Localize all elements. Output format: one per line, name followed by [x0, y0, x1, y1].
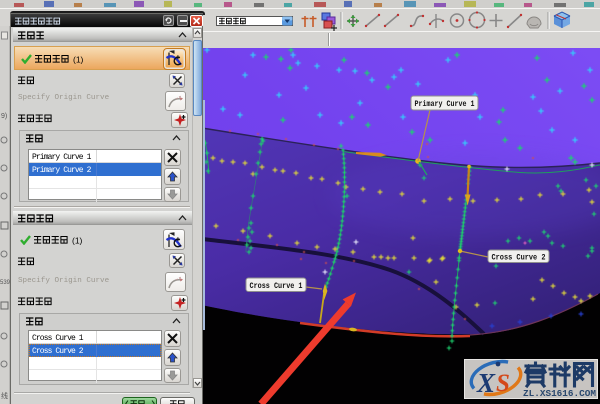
svg-text:(1): (1) [72, 236, 83, 245]
svg-text:(1): (1) [73, 55, 84, 64]
svg-text:S: S [496, 370, 510, 397]
svg-text:线: 线 [1, 391, 8, 400]
svg-text:Primary Curve 1: Primary Curve 1 [415, 99, 475, 109]
svg-text:ZL.XS1616.COM: ZL.XS1616.COM [523, 388, 596, 399]
svg-text:539: 539 [0, 280, 10, 286]
svg-text:Cross Curve 1: Cross Curve 1 [250, 282, 303, 291]
svg-text:X: X [476, 368, 496, 398]
svg-text:9): 9) [1, 113, 7, 120]
svg-text:Cross Curve 2: Cross Curve 2 [492, 254, 546, 263]
